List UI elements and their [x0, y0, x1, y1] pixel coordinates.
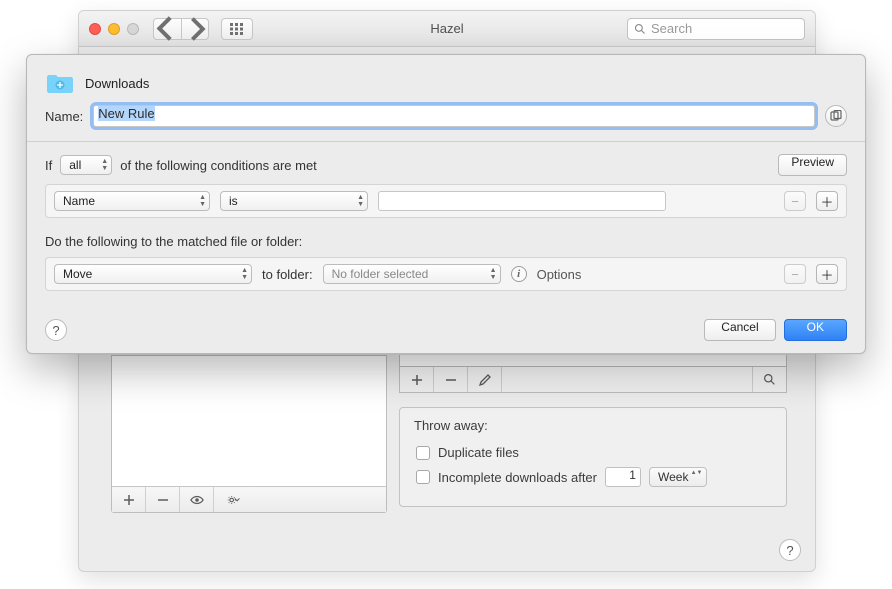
rules-list[interactable]	[399, 355, 787, 367]
condition-row: Name ▲▼ is ▲▼ − ＋	[45, 184, 847, 218]
condition-attribute-select[interactable]: Name ▲▼	[54, 191, 210, 211]
folder-action-menu[interactable]	[214, 487, 254, 512]
back-button[interactable]	[153, 18, 181, 40]
add-rule-button[interactable]	[400, 367, 434, 392]
zoom-window-button[interactable]	[127, 23, 139, 35]
condition-operator-select[interactable]: is ▲▼	[220, 191, 368, 211]
chevron-updown-icon: ▲▼	[241, 267, 248, 281]
titlebar: Hazel Search	[79, 11, 815, 47]
rule-name-value: New Rule	[98, 106, 154, 121]
duplicate-files-label: Duplicate files	[438, 445, 519, 460]
incomplete-downloads-value[interactable]: 1	[605, 467, 641, 487]
traffic-lights	[89, 23, 139, 35]
remove-folder-button[interactable]	[146, 487, 180, 512]
actions-label: Do the following to the matched file or …	[45, 234, 847, 249]
folder-icon	[45, 71, 75, 95]
sheet-header: Downloads	[27, 55, 865, 99]
condition-scope-select[interactable]: all ▲▼	[60, 155, 112, 175]
folder-name: Downloads	[85, 76, 149, 91]
search-field[interactable]: Search	[627, 18, 805, 40]
cancel-button[interactable]: Cancel	[704, 319, 775, 341]
add-folder-button[interactable]	[112, 487, 146, 512]
sheet-help-button[interactable]: ?	[45, 319, 67, 341]
preview-button[interactable]: Preview	[778, 154, 847, 176]
copy-rule-button[interactable]	[825, 105, 847, 127]
incomplete-downloads-label: Incomplete downloads after	[438, 470, 597, 485]
preview-folder-button[interactable]	[180, 487, 214, 512]
rule-search-button[interactable]	[752, 367, 786, 392]
add-condition-button[interactable]: ＋	[816, 191, 838, 211]
chevron-updown-icon: ▲▼	[101, 158, 108, 172]
chevron-updown-icon: ▲▼	[490, 267, 497, 281]
conditions-section: If all ▲▼ of the following conditions ar…	[27, 142, 865, 224]
throw-away-panel: Throw away: Duplicate files Incomplete d…	[399, 407, 787, 507]
remove-rule-button[interactable]	[434, 367, 468, 392]
incomplete-downloads-unit[interactable]: Week ▲▼	[649, 467, 707, 487]
if-label: If	[45, 158, 52, 173]
chevron-updown-icon: ▲▼	[691, 470, 703, 476]
actions-section: Do the following to the matched file or …	[27, 224, 865, 303]
remove-condition-button[interactable]: −	[784, 191, 806, 211]
rule-name-input[interactable]: New Rule	[93, 105, 815, 127]
duplicate-files-checkbox[interactable]	[416, 446, 430, 460]
folders-toolbar	[112, 486, 386, 512]
sheet-footer: ? Cancel OK	[27, 311, 865, 353]
rules-pane: Throw away: Duplicate files Incomplete d…	[399, 355, 787, 541]
rules-toolbar	[399, 367, 787, 393]
action-verb-select[interactable]: Move ▲▼	[54, 264, 252, 284]
search-icon	[634, 23, 646, 35]
remove-action-button[interactable]: −	[784, 264, 806, 284]
nav-buttons	[153, 18, 209, 40]
forward-button[interactable]	[181, 18, 209, 40]
conditions-suffix: of the following conditions are met	[120, 158, 317, 173]
to-folder-label: to folder:	[262, 267, 313, 282]
info-icon[interactable]: i	[511, 266, 527, 282]
folders-list[interactable]	[111, 355, 387, 513]
ok-button[interactable]: OK	[784, 319, 847, 341]
chevron-updown-icon: ▲▼	[199, 194, 206, 208]
rule-editor-sheet: Downloads Name: New Rule If all ▲▼ of th…	[26, 54, 866, 354]
show-all-button[interactable]	[221, 18, 253, 40]
throw-away-title: Throw away:	[412, 418, 774, 433]
name-label: Name:	[45, 109, 83, 124]
edit-rule-button[interactable]	[468, 367, 502, 392]
action-row: Move ▲▼ to folder: No folder selected ▲▼…	[45, 257, 847, 291]
options-label[interactable]: Options	[537, 267, 582, 282]
minimize-window-button[interactable]	[108, 23, 120, 35]
condition-value-input[interactable]	[378, 191, 666, 211]
background-content: Throw away: Duplicate files Incomplete d…	[79, 355, 815, 571]
action-target-select[interactable]: No folder selected ▲▼	[323, 264, 501, 284]
add-action-button[interactable]: ＋	[816, 264, 838, 284]
close-window-button[interactable]	[89, 23, 101, 35]
help-button[interactable]: ?	[779, 539, 801, 561]
chevron-updown-icon: ▲▼	[357, 194, 364, 208]
search-placeholder: Search	[651, 21, 692, 36]
incomplete-downloads-checkbox[interactable]	[416, 470, 430, 484]
